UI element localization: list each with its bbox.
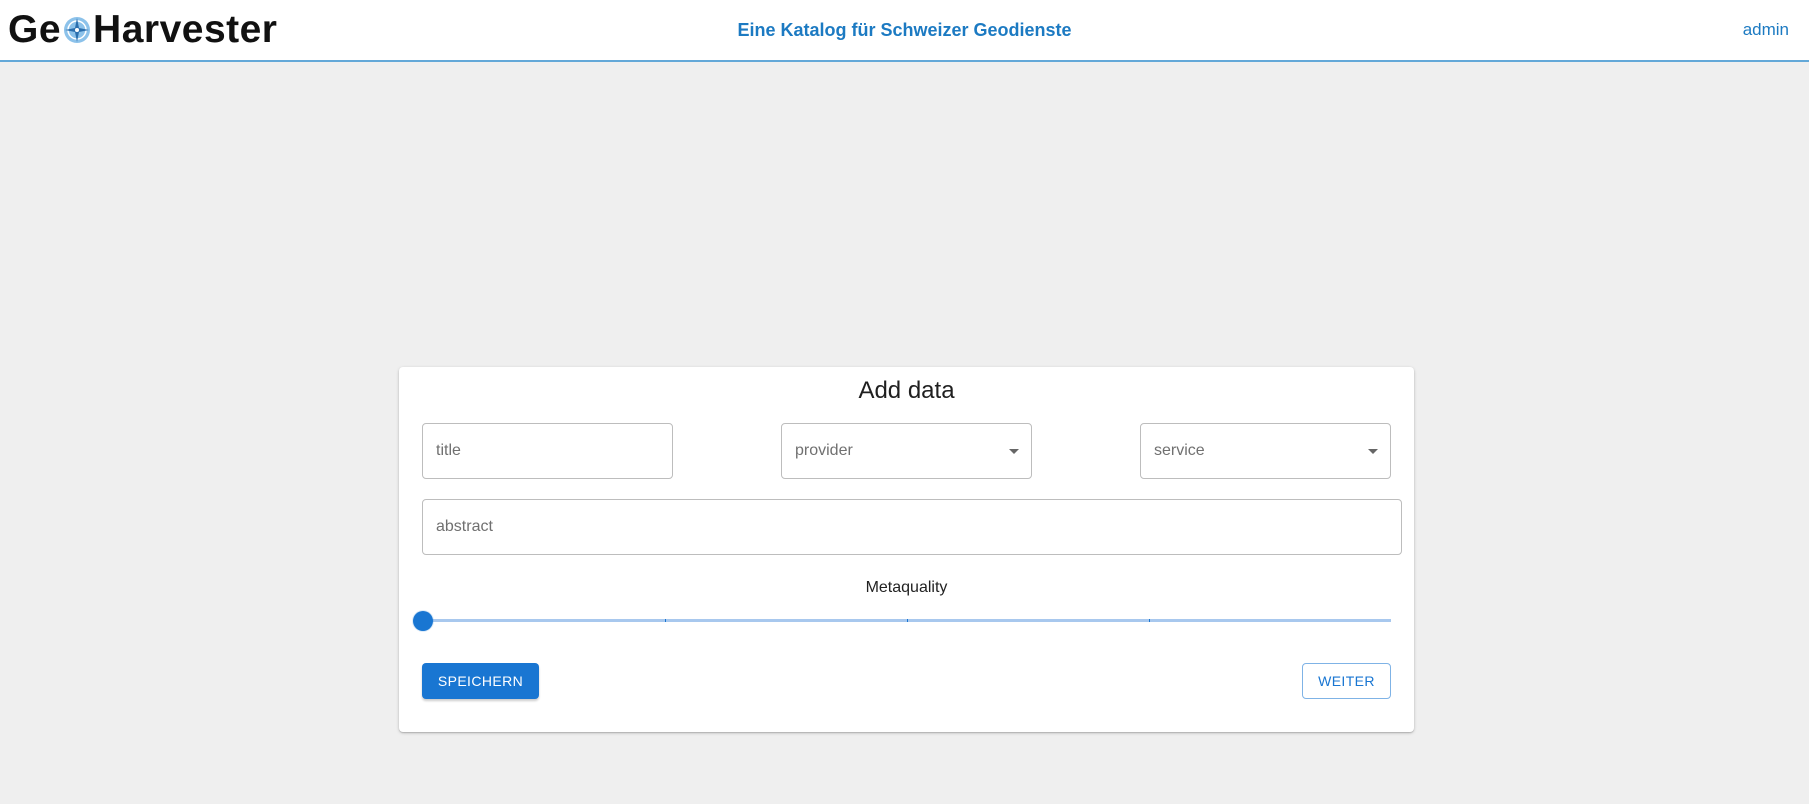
provider-dropdown-arrow-icon[interactable] — [1009, 449, 1019, 454]
top-navigation-bar: Ge Harvester Eine Katalog für Schweizer … — [0, 0, 1809, 62]
logo-text-suffix: Harvester — [93, 8, 278, 51]
save-button[interactable]: SPEICHERN — [422, 663, 539, 699]
add-data-card: Add data title provider service abstract… — [399, 367, 1414, 732]
slider-tick-mark — [665, 619, 666, 622]
slider-tick-mark — [1149, 619, 1150, 622]
geoharvester-logo[interactable]: Ge Harvester — [8, 8, 278, 52]
metaquality-label: Metaquality — [865, 579, 948, 596]
next-button[interactable]: WEITER — [1302, 663, 1391, 699]
abstract-placeholder: abstract — [436, 518, 493, 535]
admin-user-link[interactable]: admin — [1743, 20, 1789, 40]
card-title: Add data — [858, 377, 955, 404]
abstract-input[interactable]: abstract — [422, 499, 1402, 555]
slider-tick-mark — [907, 619, 908, 622]
service-select[interactable]: service — [1140, 423, 1391, 479]
logo-text-prefix: Ge — [8, 8, 62, 51]
title-placeholder: title — [436, 442, 461, 459]
slider-thumb[interactable] — [413, 611, 433, 631]
service-placeholder: service — [1154, 442, 1205, 459]
provider-select[interactable]: provider — [781, 423, 1032, 479]
service-dropdown-arrow-icon[interactable] — [1368, 449, 1378, 454]
tagline-text: Eine Katalog für Schweizer Geodienste — [737, 20, 1072, 40]
provider-placeholder: provider — [795, 442, 853, 459]
compass-globe-icon — [64, 17, 91, 43]
metaquality-slider[interactable] — [413, 611, 1391, 631]
title-input[interactable]: title — [422, 423, 673, 479]
